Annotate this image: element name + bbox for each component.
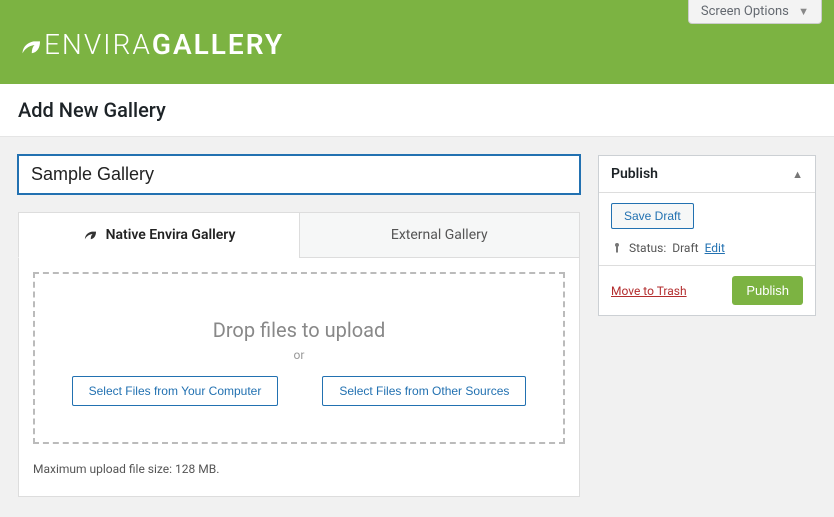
pin-icon <box>611 242 623 254</box>
gallery-title-input[interactable] <box>18 155 580 194</box>
tab-label: Native Envira Gallery <box>106 227 236 243</box>
publish-button[interactable]: Publish <box>732 276 803 305</box>
select-files-other-button[interactable]: Select Files from Other Sources <box>322 376 526 406</box>
select-files-computer-button[interactable]: Select Files from Your Computer <box>72 376 279 406</box>
caret-down-icon: ▼ <box>798 5 809 18</box>
publish-box-title: Publish <box>611 166 658 182</box>
move-to-trash-link[interactable]: Move to Trash <box>611 284 687 298</box>
logo-text: ENVIRAGALLERY <box>44 28 284 61</box>
tab-external-gallery[interactable]: External Gallery <box>299 212 581 258</box>
tab-native-envira[interactable]: Native Envira Gallery <box>18 212 300 258</box>
edit-status-link[interactable]: Edit <box>705 241 725 255</box>
publish-box: Publish ▲ Save Draft Status: Draft Edit … <box>598 155 816 316</box>
leaf-icon <box>82 227 96 241</box>
tabs: Native Envira Gallery External Gallery <box>18 212 580 258</box>
save-draft-button[interactable]: Save Draft <box>611 203 694 229</box>
max-upload-text: Maximum upload file size: 128 MB. <box>33 462 565 476</box>
status-label: Status: <box>629 241 666 255</box>
status-value: Draft <box>672 241 698 255</box>
header-banner: Screen Options ▼ ENVIRAGALLERY <box>0 0 834 84</box>
collapse-icon[interactable]: ▲ <box>792 168 803 181</box>
dropzone-or: or <box>55 348 543 362</box>
screen-options-button[interactable]: Screen Options ▼ <box>688 0 822 24</box>
screen-options-label: Screen Options <box>701 4 789 19</box>
page-title: Add New Gallery <box>18 98 816 122</box>
dropzone-title: Drop files to upload <box>55 318 543 342</box>
file-dropzone[interactable]: Drop files to upload or Select Files fro… <box>33 272 565 444</box>
tab-panel: Drop files to upload or Select Files fro… <box>18 258 580 497</box>
status-row: Status: Draft Edit <box>611 241 803 255</box>
tab-label: External Gallery <box>391 227 488 243</box>
page-title-bar: Add New Gallery <box>0 84 834 137</box>
leaf-icon <box>18 34 40 56</box>
publish-box-header[interactable]: Publish ▲ <box>599 156 815 193</box>
